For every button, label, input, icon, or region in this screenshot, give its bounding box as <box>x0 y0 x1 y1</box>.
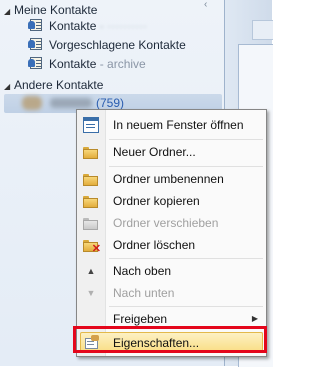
menu-separator <box>109 139 263 140</box>
menu-item-copy-folder[interactable]: Ordner kopieren <box>77 190 266 212</box>
menu-separator <box>109 166 263 167</box>
menu-item-open-new-window[interactable]: In neuem Fenster öffnen <box>77 114 266 136</box>
menu-item-rename-folder[interactable]: Ordner umbenennen <box>77 168 266 190</box>
copy-folder-icon <box>83 193 99 209</box>
other-contacts-header[interactable]: ◢ Andere Kontakte <box>4 77 103 93</box>
folder-suggested-contacts[interactable]: Vorgeschlagene Kontakte <box>28 36 186 54</box>
menu-item-delete-folder[interactable]: ✕ Ordner löschen <box>77 234 266 256</box>
menu-item-move-down[interactable]: ▼ Nach unten <box>77 282 266 304</box>
new-window-icon <box>83 117 99 133</box>
move-folder-icon <box>83 215 99 231</box>
folder-contacts[interactable]: Kontakte - ·········· <box>28 17 147 35</box>
new-folder-icon <box>83 144 99 160</box>
expanded-triangle-icon[interactable]: ◢ <box>4 4 14 20</box>
folder-contacts-archive[interactable]: Kontakte - archive <box>28 55 146 73</box>
contacts-folder-icon <box>28 18 44 32</box>
context-menu: In neuem Fenster öffnen Neuer Ordner... … <box>76 109 267 357</box>
move-up-icon: ▲ <box>86 266 96 276</box>
menu-item-move-up[interactable]: ▲ Nach oben <box>77 260 266 282</box>
redacted-account-name <box>50 98 92 108</box>
menu-separator <box>109 306 263 307</box>
menu-separator <box>109 258 263 259</box>
item-count: (759) <box>96 96 125 110</box>
rename-folder-icon <box>83 171 99 187</box>
move-down-icon: ▼ <box>86 288 96 298</box>
menu-item-new-folder[interactable]: Neuer Ordner... <box>77 141 266 163</box>
contacts-folder-icon <box>28 56 44 70</box>
contacts-folder-icon <box>28 37 44 51</box>
my-contacts-header[interactable]: ◢ Meine Kontakte <box>4 2 97 18</box>
highlight-frame <box>73 326 267 353</box>
expanded-triangle-icon[interactable]: ◢ <box>4 79 14 95</box>
view-tab[interactable] <box>252 20 273 40</box>
menu-item-move-folder[interactable]: Ordner verschieben <box>77 212 266 234</box>
delete-folder-icon: ✕ <box>83 237 101 255</box>
account-icon <box>22 96 42 110</box>
collapse-pane-icon[interactable]: ‹ <box>204 0 218 10</box>
